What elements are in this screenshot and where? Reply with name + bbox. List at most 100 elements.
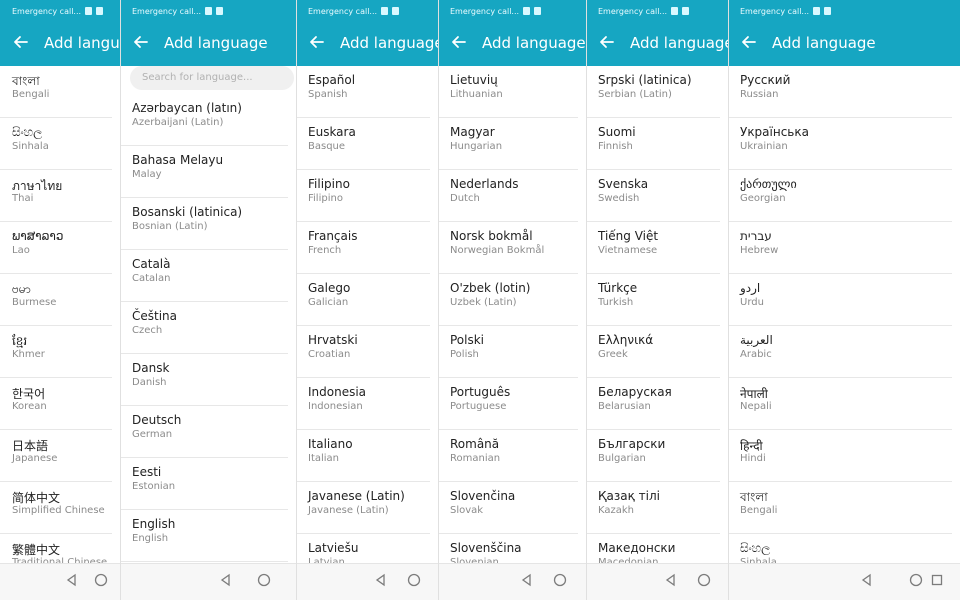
language-item[interactable]: Türkçe Turkish: [586, 274, 720, 326]
language-item[interactable]: ภาษาไทย Thai: [0, 170, 112, 222]
back-arrow-icon[interactable]: [449, 32, 469, 52]
language-native-name: Svenska: [598, 177, 649, 191]
language-english-name: German: [132, 429, 173, 440]
language-item[interactable]: ဗမာ Burmese: [0, 274, 112, 326]
language-item[interactable]: O'zbek (lotin) Uzbek (Latin): [438, 274, 578, 326]
language-item[interactable]: Slovenčina Slovak: [438, 482, 578, 534]
language-native-name: Hrvatski: [308, 333, 358, 347]
language-item[interactable]: Македонски Macedonian: [586, 534, 720, 564]
language-item[interactable]: Беларуская Belarusian: [586, 378, 720, 430]
home-nav-icon[interactable]: [553, 573, 567, 590]
language-item[interactable]: Euskara Basque: [296, 118, 430, 170]
language-item[interactable]: বাংলা Bengali: [0, 66, 112, 118]
recents-nav-icon[interactable]: [930, 573, 944, 590]
language-english-name: Burmese: [12, 297, 57, 308]
language-item[interactable]: Bosanski (latinica) Bosnian (Latin): [120, 198, 288, 250]
language-item[interactable]: Slovenščina Slovenian: [438, 534, 578, 564]
back-arrow-icon[interactable]: [597, 32, 617, 52]
language-item[interactable]: Srpski (latinica) Serbian (Latin): [586, 66, 720, 118]
language-item[interactable]: বাংলা Bengali: [728, 482, 952, 534]
language-item[interactable]: Azərbaycan (latın) Azerbaijani (Latin): [120, 94, 288, 146]
home-nav-icon[interactable]: [909, 573, 923, 590]
language-item[interactable]: Dansk Danish: [120, 354, 288, 406]
language-item[interactable]: Deutsch German: [120, 406, 288, 458]
language-item[interactable]: Lietuvių Lithuanian: [438, 66, 578, 118]
language-item[interactable]: ខ្មែរ Khmer: [0, 326, 112, 378]
language-english-name: Danish: [132, 377, 167, 388]
language-item[interactable]: Español Spanish: [296, 66, 430, 118]
status-text: Emergency call...: [132, 7, 224, 16]
home-nav-icon[interactable]: [257, 573, 271, 590]
language-item[interactable]: Nederlands Dutch: [438, 170, 578, 222]
back-arrow-icon[interactable]: [131, 32, 151, 52]
back-arrow-icon[interactable]: [11, 32, 31, 52]
language-item[interactable]: ქართული Georgian: [728, 170, 952, 222]
back-arrow-icon[interactable]: [739, 32, 759, 52]
language-item[interactable]: 繁體中文 Traditional Chinese: [0, 534, 112, 564]
language-item[interactable]: Magyar Hungarian: [438, 118, 578, 170]
language-item[interactable]: Română Romanian: [438, 430, 578, 482]
language-item[interactable]: हिन्दी Hindi: [728, 430, 952, 482]
language-item[interactable]: Galego Galician: [296, 274, 430, 326]
language-item[interactable]: ພາສາລາວ Lao: [0, 222, 112, 274]
language-item[interactable]: English English: [120, 510, 288, 562]
language-item[interactable]: Latviešu Latvian: [296, 534, 430, 564]
language-native-name: Македонски: [598, 541, 676, 555]
language-item[interactable]: Hrvatski Croatian: [296, 326, 430, 378]
language-native-name: O'zbek (lotin): [450, 281, 531, 295]
language-english-name: Thai: [12, 193, 34, 204]
language-english-name: Estonian: [132, 481, 176, 492]
language-item[interactable]: Català Catalan: [120, 250, 288, 302]
language-english-name: Hebrew: [740, 245, 779, 256]
language-item[interactable]: नेपाली Nepali: [728, 378, 952, 430]
language-item[interactable]: Tiếng Việt Vietnamese: [586, 222, 720, 274]
home-nav-icon[interactable]: [94, 573, 108, 590]
back-nav-icon[interactable]: [65, 573, 79, 590]
language-item[interactable]: Italiano Italian: [296, 430, 430, 482]
language-item[interactable]: Български Bulgarian: [586, 430, 720, 482]
language-item[interactable]: 한국어 Korean: [0, 378, 112, 430]
language-item[interactable]: Čeština Czech: [120, 302, 288, 354]
language-item[interactable]: Polski Polish: [438, 326, 578, 378]
language-item[interactable]: Українська Ukrainian: [728, 118, 952, 170]
language-item[interactable]: 简体中文 Simplified Chinese: [0, 482, 112, 534]
language-english-name: Uzbek (Latin): [450, 297, 517, 308]
page-title: Add language: [630, 34, 728, 52]
back-nav-icon[interactable]: [219, 573, 233, 590]
language-item[interactable]: Português Portuguese: [438, 378, 578, 430]
language-item[interactable]: Indonesia Indonesian: [296, 378, 430, 430]
language-item[interactable]: Filipino Filipino: [296, 170, 430, 222]
language-item[interactable]: 日本語 Japanese: [0, 430, 112, 482]
home-nav-icon[interactable]: [697, 573, 711, 590]
language-item[interactable]: Suomi Finnish: [586, 118, 720, 170]
language-native-name: Slovenčina: [450, 489, 516, 503]
language-item[interactable]: العربية Arabic: [728, 326, 952, 378]
home-nav-icon[interactable]: [407, 573, 421, 590]
language-item[interactable]: Ελληνικά Greek: [586, 326, 720, 378]
language-item[interactable]: Русский Russian: [728, 66, 952, 118]
language-item[interactable]: اردو Urdu: [728, 274, 952, 326]
back-nav-icon[interactable]: [520, 573, 534, 590]
language-english-name: Slovak: [450, 505, 484, 516]
language-native-name: ქართული: [740, 177, 797, 191]
language-item[interactable]: සිංහල Sinhala: [0, 118, 112, 170]
language-item[interactable]: Norsk bokmål Norwegian Bokmål: [438, 222, 578, 274]
language-item[interactable]: Svenska Swedish: [586, 170, 720, 222]
language-native-name: עברית: [740, 229, 772, 243]
language-item[interactable]: Javanese (Latin) Javanese (Latin): [296, 482, 430, 534]
back-nav-icon[interactable]: [374, 573, 388, 590]
back-nav-icon[interactable]: [860, 573, 874, 590]
language-english-name: Nepali: [740, 401, 772, 412]
language-english-name: Bengali: [740, 505, 778, 516]
back-nav-icon[interactable]: [664, 573, 678, 590]
language-item[interactable]: Eesti Estonian: [120, 458, 288, 510]
language-item[interactable]: עברית Hebrew: [728, 222, 952, 274]
language-english-name: Basque: [308, 141, 346, 152]
language-item[interactable]: Қазақ тілі Kazakh: [586, 482, 720, 534]
search-input[interactable]: Search for language...: [130, 66, 294, 90]
language-item[interactable]: Bahasa Melayu Malay: [120, 146, 288, 198]
language-item[interactable]: සිංහල Sinhala: [728, 534, 952, 564]
back-arrow-icon[interactable]: [307, 32, 327, 52]
language-item[interactable]: Français French: [296, 222, 430, 274]
app-bar: Add language: [120, 22, 296, 66]
